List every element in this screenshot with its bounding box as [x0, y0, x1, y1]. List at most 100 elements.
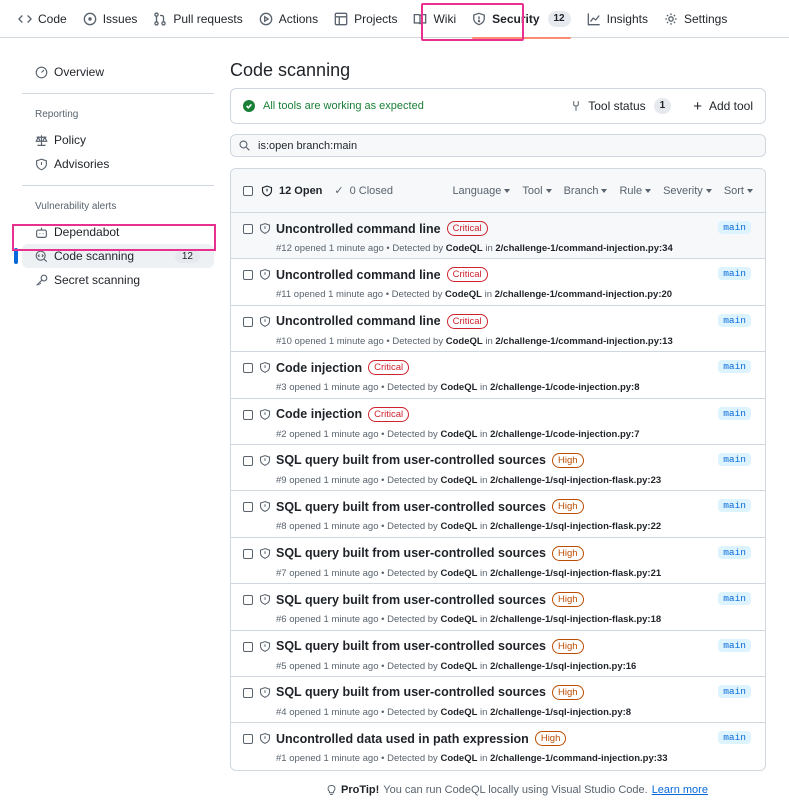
- alert-checkbox[interactable]: [243, 409, 253, 420]
- alert-row[interactable]: SQL query built from user-controlled sou…: [231, 631, 765, 677]
- alert-meta: #5 opened 1 minute ago • Detected by Cod…: [276, 661, 636, 672]
- alert-checkbox[interactable]: [243, 502, 253, 513]
- sidebar-item-dependabot[interactable]: Dependabot: [22, 220, 214, 244]
- alert-title-line: Code injection Critical: [276, 360, 410, 376]
- alert-number: #12: [276, 243, 292, 254]
- tools-status: All tools are working as expected: [243, 100, 570, 112]
- alert-number: #1: [276, 753, 287, 765]
- sidebar-item-secret-scanning[interactable]: Secret scanning: [22, 268, 214, 292]
- tab-wiki[interactable]: Wiki: [405, 0, 464, 38]
- alert-checkbox[interactable]: [243, 224, 253, 234]
- filter-severity[interactable]: Severity: [663, 185, 712, 197]
- tab-issues[interactable]: Issues: [75, 0, 146, 38]
- tab-settings[interactable]: Settings: [656, 0, 735, 38]
- alert-title-line: Uncontrolled command line Critical: [276, 221, 488, 236]
- sidebar-item-advisories[interactable]: Advisories: [22, 152, 214, 176]
- alert-title-line: Uncontrolled command line Critical: [276, 267, 488, 283]
- alert-in: in: [480, 521, 488, 533]
- protip-label: ProTip!: [341, 784, 380, 796]
- alert-tool: CodeQL: [440, 521, 478, 533]
- branch-label: main: [718, 499, 751, 513]
- filter-menus: Language Tool Branch Rule Severity Sort: [440, 185, 753, 197]
- alert-row[interactable]: Code injection Critical #2 opened 1 minute…: [231, 399, 765, 445]
- alert-title[interactable]: SQL query built from user-controlled sou…: [276, 546, 546, 560]
- alert-checkbox[interactable]: [243, 363, 253, 374]
- alert-number: #5: [276, 660, 287, 672]
- alert-checkbox[interactable]: [243, 270, 253, 281]
- filter-sort[interactable]: Sort: [724, 185, 753, 197]
- alert-title[interactable]: SQL query built from user-controlled sou…: [276, 500, 546, 514]
- sidebar-item-secret-scanning-label: Secret scanning: [54, 273, 141, 287]
- alert-checkbox[interactable]: [243, 595, 253, 606]
- sidebar-item-policy[interactable]: Policy: [22, 128, 214, 152]
- alert-checkbox[interactable]: [243, 316, 253, 327]
- tab-pull-requests[interactable]: Pull requests: [145, 0, 250, 38]
- open-count-label: 12 Open: [279, 184, 323, 197]
- alert-search-input[interactable]: [258, 139, 658, 152]
- alert-title-line: Uncontrolled command line Critical: [276, 313, 488, 329]
- alert-title[interactable]: Uncontrolled command line: [276, 222, 441, 236]
- check-circle-icon: [243, 100, 255, 112]
- alert-row[interactable]: Code injection Critical #3 opened 1 minute…: [231, 352, 765, 399]
- alert-opened: opened 1 minute ago: [294, 243, 384, 254]
- alert-title[interactable]: SQL query built from user-controlled sou…: [276, 453, 546, 467]
- tab-code[interactable]: Code: [10, 0, 75, 38]
- add-tool-label: Add tool: [708, 99, 753, 113]
- alert-checkbox[interactable]: [243, 687, 253, 698]
- filter-language[interactable]: Language: [452, 185, 511, 197]
- learn-more-link[interactable]: Learn more: [652, 784, 708, 796]
- tab-actions[interactable]: Actions: [251, 0, 326, 38]
- alert-row[interactable]: SQL query built from user-controlled sou…: [231, 445, 765, 492]
- alert-opened: opened 1 minute ago: [289, 474, 379, 486]
- branch-label: main: [718, 684, 751, 698]
- alert-title-line: SQL query built from user-controlled sou…: [276, 684, 584, 700]
- tool-status-button[interactable]: Tool status 1: [570, 98, 672, 114]
- alert-checkbox[interactable]: [243, 734, 253, 745]
- alert-row[interactable]: SQL query built from user-controlled sou…: [231, 491, 765, 538]
- filter-branch[interactable]: Branch: [564, 185, 608, 197]
- severity-badge: Critical: [368, 406, 410, 422]
- alert-row[interactable]: Uncontrolled data used in path expressio…: [231, 723, 765, 769]
- open-filter[interactable]: 12 Open: [261, 185, 322, 197]
- law-icon: [35, 134, 48, 146]
- gear-icon: [665, 12, 677, 25]
- alert-detected-by: • Detected by: [381, 753, 438, 765]
- alert-row[interactable]: Uncontrolled command line Critical #12 ope…: [231, 213, 765, 260]
- alert-title[interactable]: Code injection: [276, 407, 362, 421]
- alert-title[interactable]: Uncontrolled command line: [276, 268, 441, 282]
- tab-security[interactable]: Security 12: [464, 0, 578, 39]
- sidebar-item-overview-label: Overview: [54, 65, 105, 79]
- branch-label: main: [718, 313, 751, 327]
- alert-checkbox[interactable]: [243, 548, 253, 559]
- alert-title[interactable]: Code injection: [276, 361, 362, 375]
- alert-checkbox[interactable]: [243, 455, 253, 466]
- alert-title[interactable]: Uncontrolled command line: [276, 314, 441, 328]
- filter-rule[interactable]: Rule: [619, 185, 652, 197]
- sidebar-item-overview[interactable]: Overview: [22, 60, 214, 84]
- tab-projects[interactable]: Projects: [326, 0, 405, 38]
- code-icon: [18, 14, 32, 23]
- sidebar-item-code-scanning[interactable]: Code scanning 12: [14, 244, 214, 268]
- closed-filter[interactable]: ✓ 0 Closed: [334, 184, 393, 198]
- filter-tool[interactable]: Tool: [522, 185, 552, 197]
- alert-row[interactable]: SQL query built from user-controlled sou…: [231, 538, 765, 585]
- shield-icon: [259, 733, 271, 745]
- graph-icon: [587, 12, 600, 25]
- alert-row[interactable]: SQL query built from user-controlled sou…: [231, 584, 765, 631]
- alert-tool: CodeQL: [440, 428, 478, 440]
- tab-insights[interactable]: Insights: [579, 0, 656, 38]
- alert-row[interactable]: Uncontrolled command line Critical #11 ope…: [231, 259, 765, 306]
- caret-down-icon: [601, 188, 608, 193]
- alert-checkbox[interactable]: [243, 641, 253, 652]
- alert-title[interactable]: SQL query built from user-controlled sou…: [276, 639, 546, 653]
- select-all-checkbox[interactable]: [243, 185, 253, 196]
- alert-title[interactable]: Uncontrolled data used in path expressio…: [276, 732, 529, 746]
- alert-opened: opened 1 minute ago: [289, 706, 379, 718]
- alert-path: 2/challenge-1/sql-injection-flask.py:22: [490, 521, 662, 533]
- alert-title[interactable]: SQL query built from user-controlled sou…: [276, 685, 546, 699]
- check-icon: ✓: [334, 185, 344, 197]
- alert-row[interactable]: Uncontrolled command line Critical #10 ope…: [231, 306, 765, 353]
- alert-row[interactable]: SQL query built from user-controlled sou…: [231, 677, 765, 724]
- alert-title[interactable]: SQL query built from user-controlled sou…: [276, 593, 546, 607]
- add-tool-button[interactable]: + Add tool: [693, 98, 753, 115]
